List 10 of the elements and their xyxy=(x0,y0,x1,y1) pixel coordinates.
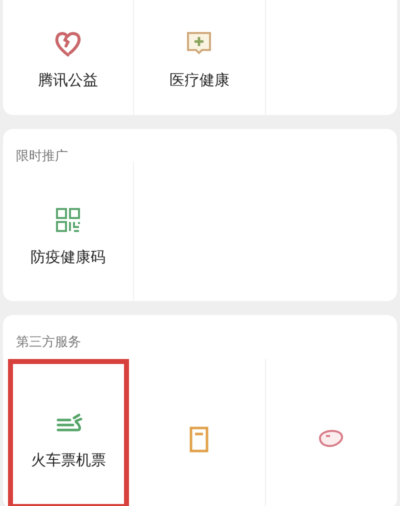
service-tile[interactable]: 腾讯公益 xyxy=(3,0,134,115)
service-label: 火车票机票 xyxy=(31,451,106,470)
section-title: 第三方服务 xyxy=(15,334,82,352)
service-tile[interactable]: 医疗健康 xyxy=(134,0,266,115)
service-label: 腾讯公益 xyxy=(38,70,98,90)
service-tile[interactable]: 防疫健康码 xyxy=(3,161,134,301)
service-label: 医疗健康 xyxy=(169,70,230,90)
highlighted-service-tile[interactable]: 火车票机票 xyxy=(8,359,130,506)
service-label: 防疫健康码 xyxy=(30,248,106,267)
section-title: 限时推广 xyxy=(15,148,69,161)
